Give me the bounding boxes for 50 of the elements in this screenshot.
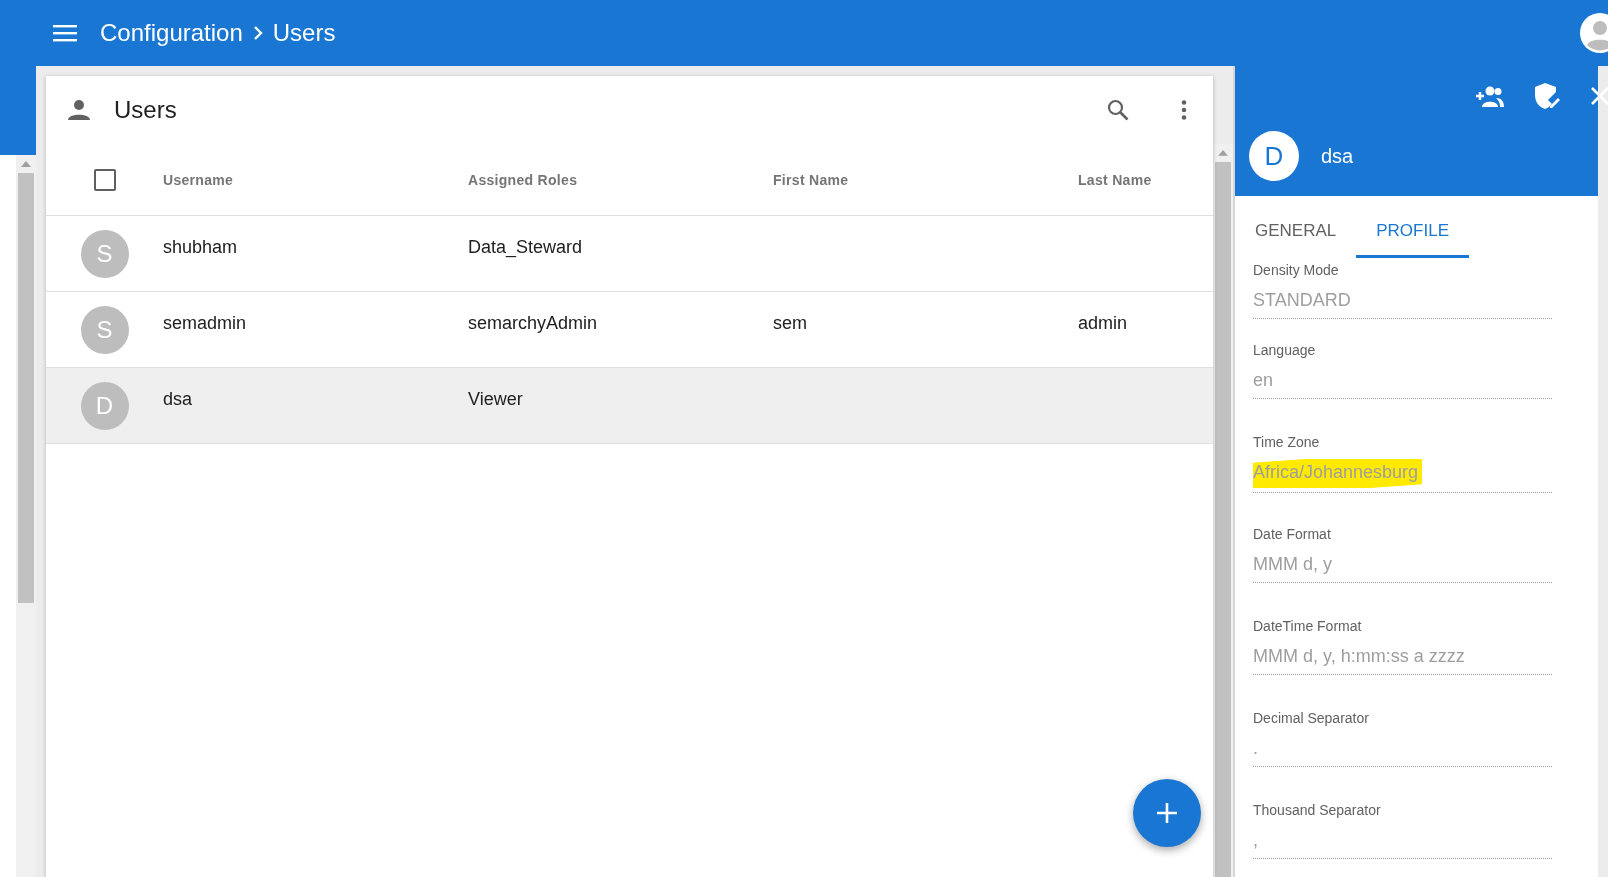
field-label: Date Format [1253,525,1332,544]
table-cell: Viewer [468,389,523,409]
table-cell: semarchyAdmin [468,313,598,333]
user-avatar: S [80,229,129,278]
table-cell: shubham [163,237,238,257]
input-field[interactable]: . [1253,729,1552,767]
shield-edit-icon[interactable] [1534,82,1560,110]
column-header[interactable]: Username [163,171,234,188]
tab[interactable]: PROFILE [1356,207,1469,258]
add-button[interactable] [1133,779,1201,847]
chevron-icon [252,25,263,41]
user-avatar: S [80,305,129,354]
input-field[interactable]: , [1253,821,1552,859]
field-label: Thousand Separator [1253,801,1382,820]
scrollbar-thumb[interactable] [18,173,34,603]
column-header[interactable]: First Name [773,171,849,188]
input-field[interactable]: MMM d, y [1253,545,1552,583]
column-header[interactable]: Last Name [1078,171,1152,188]
card-title: Users [114,95,177,125]
input-field[interactable]: en [1253,361,1552,399]
table-row[interactable]: D dsa Viewer [46,368,1213,444]
table-cell: sem [773,313,807,333]
input-field[interactable]: STANDARD [1253,281,1552,319]
plus-icon [1156,802,1178,824]
breadcrumb-link[interactable]: Users [272,15,336,51]
table-cell: Data_Steward [468,237,583,257]
person-icon [68,100,90,120]
close-icon[interactable] [1590,86,1608,106]
field-label: Time Zone [1253,433,1321,452]
column-header[interactable]: Assigned Roles [468,171,578,188]
user-avatar: D [80,381,129,430]
account-icon[interactable] [1578,13,1608,53]
user-avatar: D [1249,131,1299,181]
field-label: Density Mode [1253,261,1340,280]
table-cell: semadmin [163,313,247,333]
menu-icon[interactable] [53,24,77,42]
more-icon[interactable] [1181,100,1187,120]
tab[interactable]: GENERAL [1235,207,1357,258]
user-name: dsa [1321,144,1354,169]
scrollbar-thumb[interactable] [1215,161,1231,877]
table-cell: admin [1078,313,1128,333]
breadcrumb-link[interactable]: Configuration [100,15,243,51]
search-icon[interactable] [1107,99,1129,121]
table-cell: dsa [163,389,193,409]
table-row[interactable]: S shubham Data_Steward [46,216,1213,292]
field-label: DateTime Format [1253,617,1363,636]
field-label: Language [1253,341,1317,360]
input-field[interactable]: MMM d, y, h:mm:ss a zzzz [1253,637,1552,675]
select-all-checkbox[interactable] [93,168,116,191]
field-label: Decimal Separator [1253,709,1370,728]
